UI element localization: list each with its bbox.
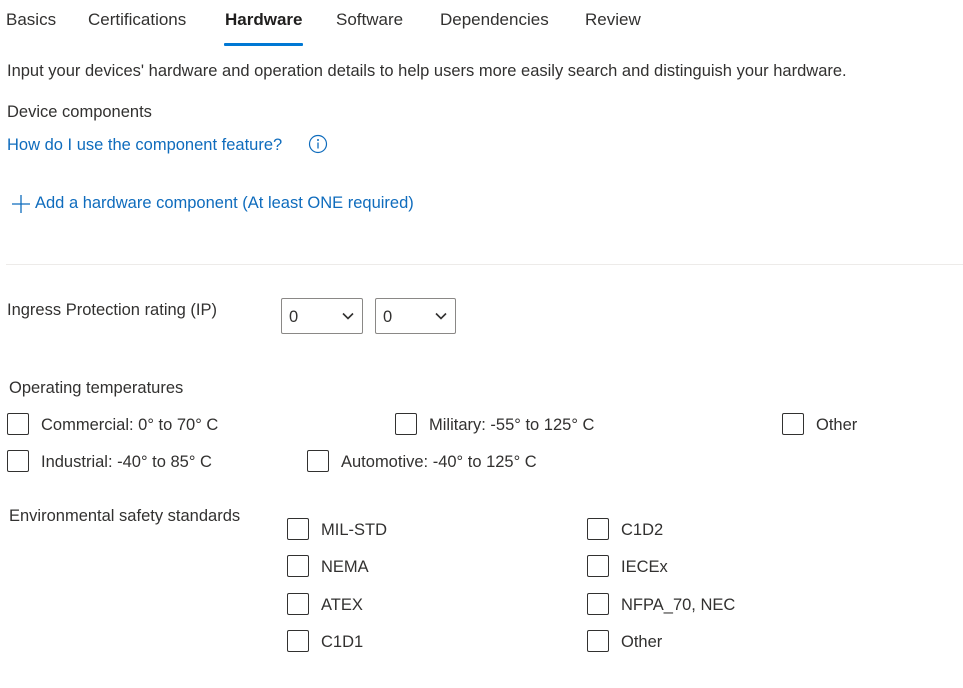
checkbox-env-nfpa-70-nec[interactable] bbox=[587, 593, 609, 615]
device-components-heading: Device components bbox=[7, 103, 152, 121]
checkbox-env-mil-std[interactable] bbox=[287, 518, 309, 540]
checkbox-label-temp-automotive: Automotive: -40° to 125° C bbox=[341, 453, 537, 471]
checkbox-label-env-atex: ATEX bbox=[321, 596, 363, 614]
checkbox-env-c1d1[interactable] bbox=[287, 630, 309, 652]
checkbox-label-temp-other: Other bbox=[816, 416, 858, 434]
ip-rating-label: Ingress Protection rating (IP) bbox=[7, 301, 218, 319]
checkbox-label-env-nfpa-70-nec: NFPA_70, NEC bbox=[621, 596, 736, 614]
plus-icon bbox=[12, 195, 30, 213]
active-tab-indicator bbox=[224, 43, 303, 46]
operating-temperatures-label: Operating temperatures bbox=[9, 379, 184, 397]
checkbox-env-other[interactable] bbox=[587, 630, 609, 652]
ip-rating-first-value: 0 bbox=[289, 308, 299, 326]
checkbox-temp-industrial[interactable] bbox=[7, 450, 29, 472]
checkbox-env-nema[interactable] bbox=[287, 555, 309, 577]
tab-dependencies[interactable]: Dependencies bbox=[440, 10, 549, 30]
checkbox-label-env-c1d1: C1D1 bbox=[321, 633, 364, 651]
checkbox-label-temp-military: Military: -55° to 125° C bbox=[429, 416, 595, 434]
info-circle-icon[interactable] bbox=[308, 134, 328, 154]
checkbox-label-env-c1d2: C1D2 bbox=[621, 521, 664, 539]
tab-hardware[interactable]: Hardware bbox=[225, 10, 302, 30]
checkbox-label-temp-industrial: Industrial: -40° to 85° C bbox=[41, 453, 212, 471]
component-help-link[interactable]: How do I use the component feature? bbox=[7, 136, 282, 155]
checkbox-temp-other[interactable] bbox=[782, 413, 804, 435]
tab-bar: Basics Certifications Hardware Software … bbox=[0, 0, 963, 48]
checkbox-label-env-iecex: IECEx bbox=[621, 558, 668, 576]
add-hardware-component-label: Add a hardware component (At least ONE r… bbox=[35, 194, 414, 212]
checkbox-env-c1d2[interactable] bbox=[587, 518, 609, 540]
tab-software[interactable]: Software bbox=[336, 10, 403, 30]
checkbox-env-atex[interactable] bbox=[287, 593, 309, 615]
checkbox-label-env-other: Other bbox=[621, 633, 663, 651]
section-divider bbox=[6, 264, 963, 265]
ip-rating-second-value: 0 bbox=[383, 308, 393, 326]
checkbox-label-env-nema: NEMA bbox=[321, 558, 369, 576]
checkbox-temp-automotive[interactable] bbox=[307, 450, 329, 472]
tab-basics[interactable]: Basics bbox=[6, 10, 56, 30]
checkbox-temp-military[interactable] bbox=[395, 413, 417, 435]
tab-certifications[interactable]: Certifications bbox=[88, 10, 186, 30]
ip-rating-second-select[interactable]: 0 bbox=[375, 298, 456, 334]
checkbox-label-env-mil-std: MIL-STD bbox=[321, 521, 387, 539]
checkbox-env-iecex[interactable] bbox=[587, 555, 609, 577]
environmental-standards-label: Environmental safety standards bbox=[9, 507, 241, 525]
checkbox-label-temp-commercial: Commercial: 0° to 70° C bbox=[41, 416, 219, 434]
chevron-down-icon bbox=[435, 312, 447, 320]
checkbox-temp-commercial[interactable] bbox=[7, 413, 29, 435]
chevron-down-icon bbox=[342, 312, 354, 320]
tab-review[interactable]: Review bbox=[585, 10, 641, 30]
ip-rating-first-select[interactable]: 0 bbox=[281, 298, 363, 334]
page-description: Input your devices' hardware and operati… bbox=[7, 62, 847, 80]
